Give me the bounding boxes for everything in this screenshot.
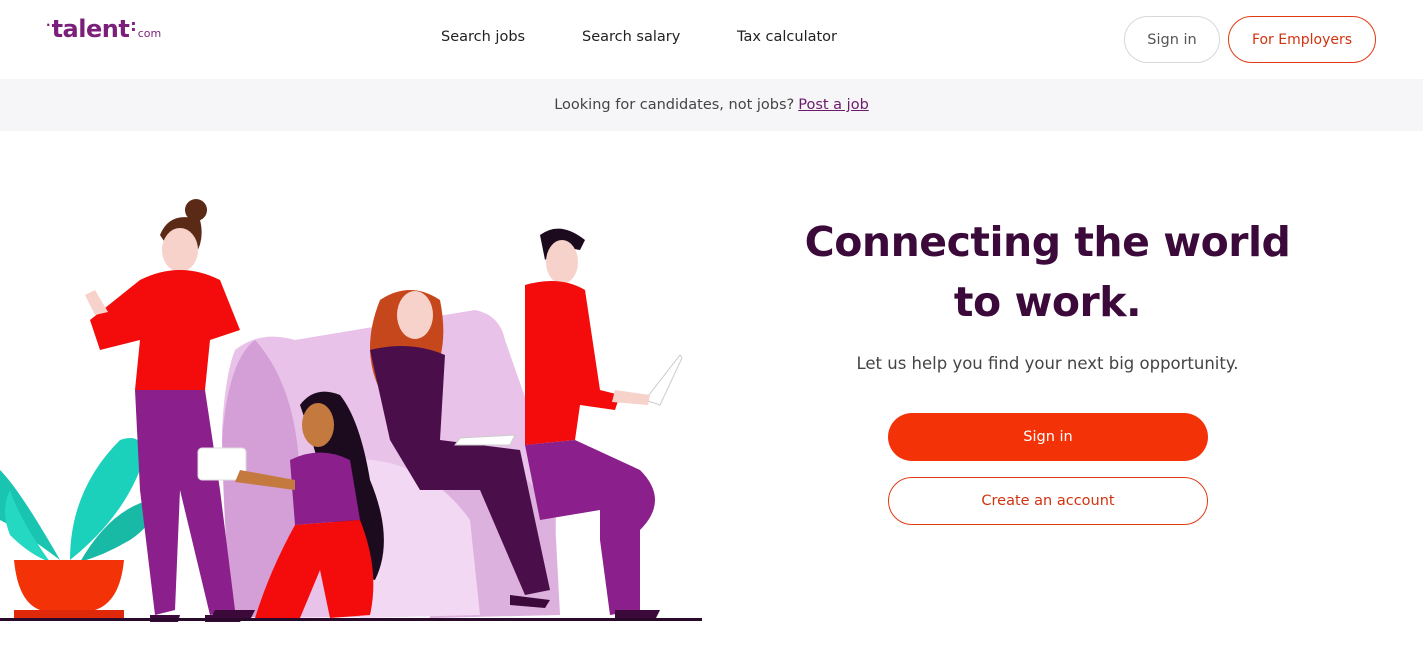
floor-line	[0, 618, 702, 621]
nav-search-jobs[interactable]: Search jobs	[441, 29, 525, 45]
post-a-job-link[interactable]: Post a job	[798, 97, 869, 113]
nav-search-salary[interactable]: Search salary	[582, 29, 680, 45]
employer-banner: Looking for candidates, not jobs? Post a…	[0, 79, 1423, 131]
hero-illustration	[0, 190, 705, 630]
sign-in-button[interactable]: Sign in	[888, 413, 1208, 461]
pot-icon	[14, 560, 124, 610]
people-illustration	[0, 199, 702, 622]
site-header: · talent : com Search jobs Search salary…	[0, 0, 1423, 79]
plant-icon	[0, 438, 153, 562]
hero-subtitle: Let us help you find your next big oppor…	[856, 354, 1239, 373]
standing-woman	[85, 199, 245, 622]
nav-tax-calculator[interactable]: Tax calculator	[737, 29, 837, 45]
header-sign-in-button[interactable]: Sign in	[1124, 16, 1220, 63]
create-account-button[interactable]: Create an account	[888, 477, 1208, 525]
banner-text: Looking for candidates, not jobs?	[554, 97, 795, 113]
headline-line-2: to work.	[953, 278, 1142, 326]
hero-headline: Connecting the world to work.	[790, 212, 1305, 332]
headline-line-1: Connecting the world	[804, 218, 1291, 266]
for-employers-button[interactable]: For Employers	[1228, 16, 1376, 63]
